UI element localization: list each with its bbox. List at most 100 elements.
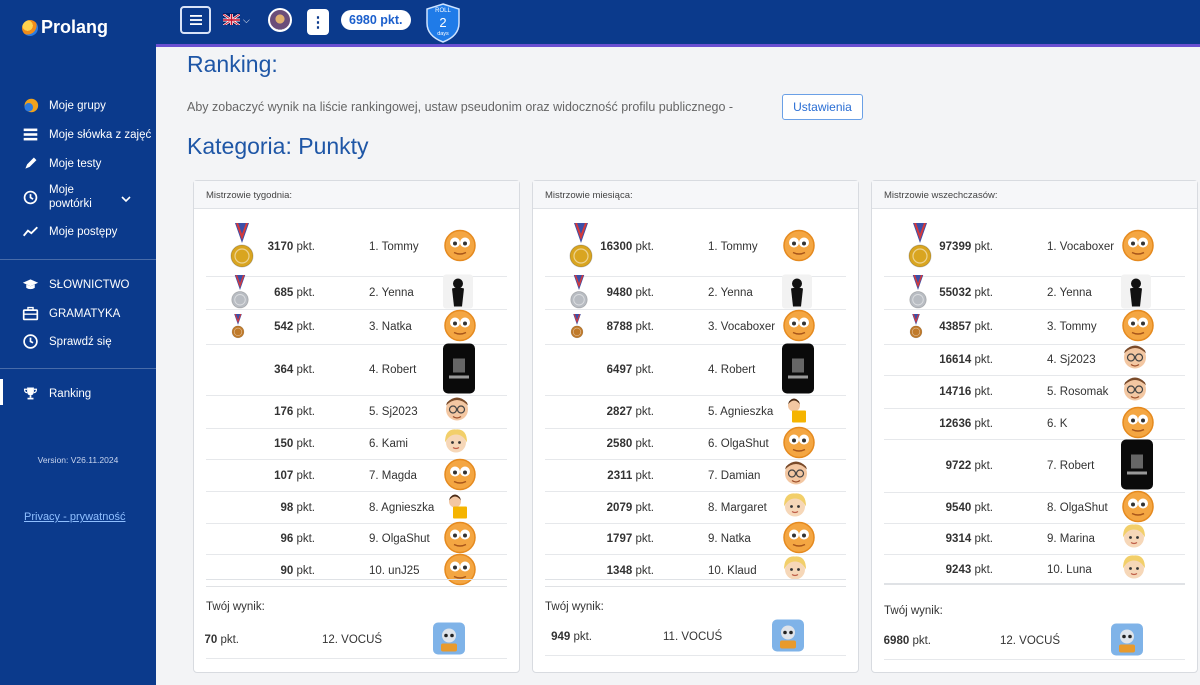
sidebar-item-sprawdz-sie[interactable]: Sprawdź się: [22, 333, 112, 350]
points-value: 97399 pkt.: [939, 240, 993, 253]
user-name[interactable]: 12. VOCUŚ: [1000, 635, 1060, 647]
points-value: 685 pkt.: [274, 287, 315, 299]
user-name[interactable]: 4. Robert: [369, 364, 416, 376]
avatar: [1111, 623, 1143, 658]
user-name[interactable]: 6. K: [1047, 418, 1067, 430]
user-name[interactable]: 7. Magda: [369, 470, 417, 482]
user-name[interactable]: 7. Damian: [708, 470, 760, 482]
ranking-row: 8788 pkt. 3. Vocaboxer: [545, 309, 846, 345]
sidebar-item-moje-testy[interactable]: Moje testy: [22, 155, 101, 172]
user-name[interactable]: 3. Tommy: [1047, 321, 1097, 333]
user-name[interactable]: 2. Yenna: [1047, 287, 1092, 299]
ranking-row: 12636 pkt. 6. K: [884, 406, 1185, 440]
points-value: 542 pkt.: [274, 321, 315, 333]
user-name[interactable]: 1. Tommy: [708, 241, 758, 253]
user-name[interactable]: 8. OlgaShut: [1047, 502, 1108, 514]
points-value: 8788 pkt.: [606, 321, 654, 333]
avatar: [443, 343, 475, 397]
ranking-row: 16614 pkt. 4. Sj2023: [884, 345, 1185, 376]
prolang-logo-icon: [22, 19, 38, 36]
ranking-row: 55032 pkt. 2. Yenna: [884, 274, 1185, 312]
more-options-button[interactable]: ⋮: [307, 9, 329, 35]
active-indicator: [0, 379, 3, 405]
info-text: Aby zobaczyć wynik na liście rankingowej…: [187, 100, 734, 114]
card-title: Mistrzowie miesiąca:: [533, 181, 858, 209]
ranking-row: 9243 pkt. 10. Luna: [884, 552, 1185, 587]
avatar: [1121, 274, 1151, 312]
user-name[interactable]: 4. Robert: [708, 364, 755, 376]
points-value: 90 pkt.: [280, 564, 315, 577]
user-name[interactable]: 5. Agnieszka: [708, 406, 773, 418]
user-name[interactable]: 8. Margaret: [708, 502, 767, 514]
points-value: 176 pkt.: [274, 406, 315, 418]
points-value: 9314 pkt.: [945, 533, 993, 545]
sidebar-item-label: Moje testy: [49, 157, 102, 170]
points-value: 6497 pkt.: [606, 364, 654, 376]
points-value: 6980 pkt.: [883, 634, 931, 647]
groups-icon: [24, 98, 39, 113]
points-value: 949 pkt.: [551, 630, 592, 643]
user-name[interactable]: 4. Sj2023: [1047, 354, 1096, 366]
uk-flag-icon[interactable]: [223, 13, 240, 25]
roll-streak-badge: ROLL 2 days: [425, 3, 461, 43]
user-name[interactable]: 9. Marina: [1047, 533, 1095, 545]
brand-logo[interactable]: Prolang: [22, 17, 108, 38]
bronze-medal-icon: [570, 314, 584, 339]
sidebar-item-slownictwo[interactable]: SŁOWNICTWO: [22, 276, 130, 293]
avatar: [443, 309, 477, 346]
sidebar: Prolang Moje grupy Moje słówka z zajęć M…: [0, 0, 156, 685]
avatar: [782, 553, 808, 588]
avatar: [443, 395, 471, 430]
user-name[interactable]: 12. VOCUŚ: [322, 634, 382, 646]
user-name[interactable]: 1. Tommy: [369, 241, 419, 253]
clock-icon: [23, 334, 38, 349]
sidebar-item-label: Sprawdź się: [49, 335, 112, 348]
user-name[interactable]: 5. Sj2023: [369, 406, 418, 418]
your-score-label: Twój wynik:: [206, 601, 265, 613]
user-avatar[interactable]: [268, 8, 292, 32]
user-name[interactable]: 2. Yenna: [708, 287, 753, 299]
user-name[interactable]: 2. Yenna: [369, 287, 414, 299]
points-value: 70 pkt.: [204, 633, 239, 646]
ranking-list: 16300 pkt. 1. Tommy 9480 pkt. 2. Yenna 8788 …: [545, 217, 846, 587]
user-name[interactable]: 7. Robert: [1047, 460, 1094, 472]
sidebar-item-moje-postepy[interactable]: Moje postępy: [22, 223, 117, 240]
sidebar-item-moje-slowka[interactable]: Moje słówka z zajęć: [22, 126, 151, 143]
settings-button[interactable]: Ustawienia: [782, 94, 863, 120]
user-name[interactable]: 1. Vocaboxer: [1047, 241, 1114, 253]
sidebar-item-gramatyka[interactable]: GRAMATYKA: [22, 305, 120, 322]
graduation-cap-icon: [22, 279, 39, 290]
roll-unit: days: [437, 31, 449, 37]
user-name[interactable]: 9. Natka: [708, 533, 751, 545]
ranking-card: Mistrzowie tygodnia: 3170 pkt. 1. Tommy 685…: [193, 180, 520, 673]
your-score-row: 6980 pkt. 12. VOCUŚ: [884, 622, 1185, 660]
user-name[interactable]: 9. OlgaShut: [369, 533, 430, 545]
sidebar-item-label: Ranking: [49, 387, 92, 400]
sidebar-item-ranking[interactable]: Ranking: [22, 385, 91, 402]
privacy-link[interactable]: Privacy - prywatność: [24, 511, 125, 523]
user-name[interactable]: 11. VOCUŚ: [663, 631, 722, 643]
user-name[interactable]: 10. Klaud: [708, 565, 757, 577]
sidebar-item-moje-grupy[interactable]: Moje grupy: [22, 97, 106, 114]
chevron-down-icon[interactable]: [120, 193, 132, 205]
user-name[interactable]: 6. OlgaShut: [708, 438, 769, 450]
menu-toggle-button[interactable]: [180, 6, 211, 34]
user-name[interactable]: 5. Rosomak: [1047, 386, 1108, 398]
ranking-row: 6497 pkt. 4. Robert: [545, 343, 846, 396]
avatar: [1121, 552, 1147, 587]
history-icon: [23, 190, 38, 204]
points-value: 9243 pkt.: [945, 563, 993, 576]
points-value: 16614 pkt.: [939, 354, 993, 366]
language-chevron-icon[interactable]: ⌵: [243, 15, 250, 26]
user-name[interactable]: 10. Luna: [1047, 564, 1092, 576]
ranking-row: 3170 pkt. 1. Tommy: [206, 217, 507, 277]
sidebar-item-moje-powtorki[interactable]: Moje powtórki: [22, 183, 109, 211]
user-name[interactable]: 3. Natka: [369, 321, 412, 333]
user-name[interactable]: 3. Vocaboxer: [708, 321, 775, 333]
avatar: [782, 228, 816, 265]
user-name[interactable]: 8. Agnieszka: [369, 502, 434, 514]
user-name[interactable]: 6. Kami: [369, 438, 408, 450]
points-value: 1348 pkt.: [606, 564, 654, 577]
user-name[interactable]: 10. unJ25: [369, 565, 420, 577]
points-value: 16300 pkt.: [600, 240, 654, 253]
